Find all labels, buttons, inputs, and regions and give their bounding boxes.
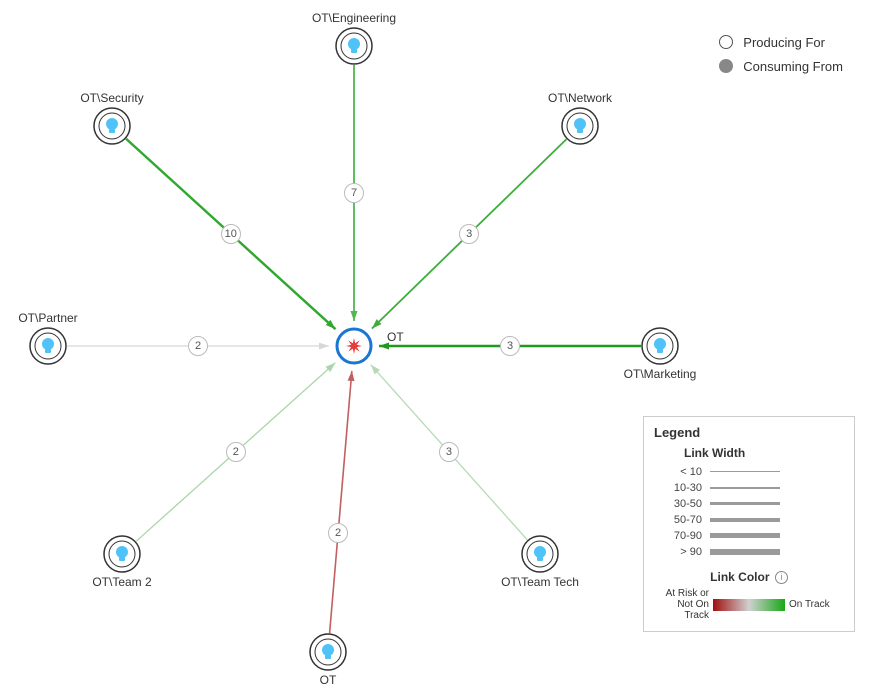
edge-weight-badge: 10 [221, 224, 241, 244]
legend-linkcolor-title: Link Color [710, 570, 769, 584]
edge-arrowhead [351, 311, 358, 321]
legend-width-line [710, 549, 780, 555]
legend-box: Legend Link Width < 10 10-30 30-50 50-70 70-… [643, 416, 855, 632]
legend-width-label: 10-30 [654, 482, 710, 494]
graph-node[interactable] [562, 108, 598, 144]
legend-color-left: At Risk orNot On Track [654, 588, 713, 621]
legend-width-line [710, 518, 780, 522]
graph-node[interactable] [310, 634, 346, 670]
edge-line [330, 371, 352, 633]
key-consuming-label: Consuming From [743, 59, 843, 74]
center-node-label: OT [387, 330, 404, 344]
legend-width-row: < 10 [654, 464, 844, 480]
legend-gradient [713, 599, 785, 611]
legend-linkwidth-title: Link Width [684, 446, 844, 460]
graph-node[interactable] [104, 536, 140, 572]
legend-width-line [710, 471, 780, 472]
dependency-graph: Producing For Consuming From Legend Link… [0, 0, 873, 690]
relation-key: Producing For Consuming From [719, 30, 843, 78]
node-label: OT\Security [80, 91, 143, 105]
node-label: OT\Team 2 [92, 575, 151, 589]
node-label: OT\Partner [18, 311, 77, 325]
legend-width-line [710, 533, 780, 538]
graph-node[interactable] [522, 536, 558, 572]
edge-weight-badge: 3 [459, 224, 479, 244]
key-producing-row: Producing For [719, 30, 843, 54]
edge-arrowhead [319, 343, 329, 350]
node-label: OT\Team Tech [501, 575, 579, 589]
legend-width-label: 70-90 [654, 530, 710, 542]
consuming-icon [719, 59, 733, 73]
legend-width-row: 30-50 [654, 496, 844, 512]
legend-width-row: 70-90 [654, 528, 844, 544]
legend-width-row: > 90 [654, 544, 844, 560]
edge-weight-badge: 2 [226, 442, 246, 462]
node-label: OT [320, 673, 337, 687]
edge-weight-badge: 7 [344, 183, 364, 203]
legend-linkwidth-rows: < 10 10-30 30-50 50-70 70-90 > 90 [654, 464, 844, 560]
legend-width-label: 30-50 [654, 498, 710, 510]
legend-width-row: 10-30 [654, 480, 844, 496]
info-icon[interactable]: i [775, 571, 788, 584]
producing-icon [719, 35, 733, 49]
edge-weight-badge: 2 [328, 523, 348, 543]
node-label: OT\Marketing [624, 367, 697, 381]
node-label: OT\Network [548, 91, 612, 105]
graph-node[interactable] [30, 328, 66, 364]
key-consuming-row: Consuming From [719, 54, 843, 78]
legend-width-line [710, 502, 780, 505]
key-producing-label: Producing For [743, 35, 825, 50]
edge-weight-badge: 2 [188, 336, 208, 356]
legend-width-label: > 90 [654, 546, 710, 558]
edge-weight-badge: 3 [439, 442, 459, 462]
node-label: OT\Engineering [312, 11, 396, 25]
center-node[interactable] [337, 329, 371, 363]
graph-node[interactable] [336, 28, 372, 64]
edge-weight-badge: 3 [500, 336, 520, 356]
legend-gradient-row: At Risk orNot On Track On Track [654, 588, 844, 621]
legend-width-label: 50-70 [654, 514, 710, 526]
legend-title: Legend [654, 425, 844, 440]
graph-node[interactable] [642, 328, 678, 364]
legend-linkcolor-section: Link Color i At Risk orNot On Track On T… [654, 570, 844, 621]
legend-width-line [710, 487, 780, 489]
legend-width-row: 50-70 [654, 512, 844, 528]
legend-width-label: < 10 [654, 466, 710, 478]
legend-color-right: On Track [785, 599, 844, 610]
graph-node[interactable] [94, 108, 130, 144]
